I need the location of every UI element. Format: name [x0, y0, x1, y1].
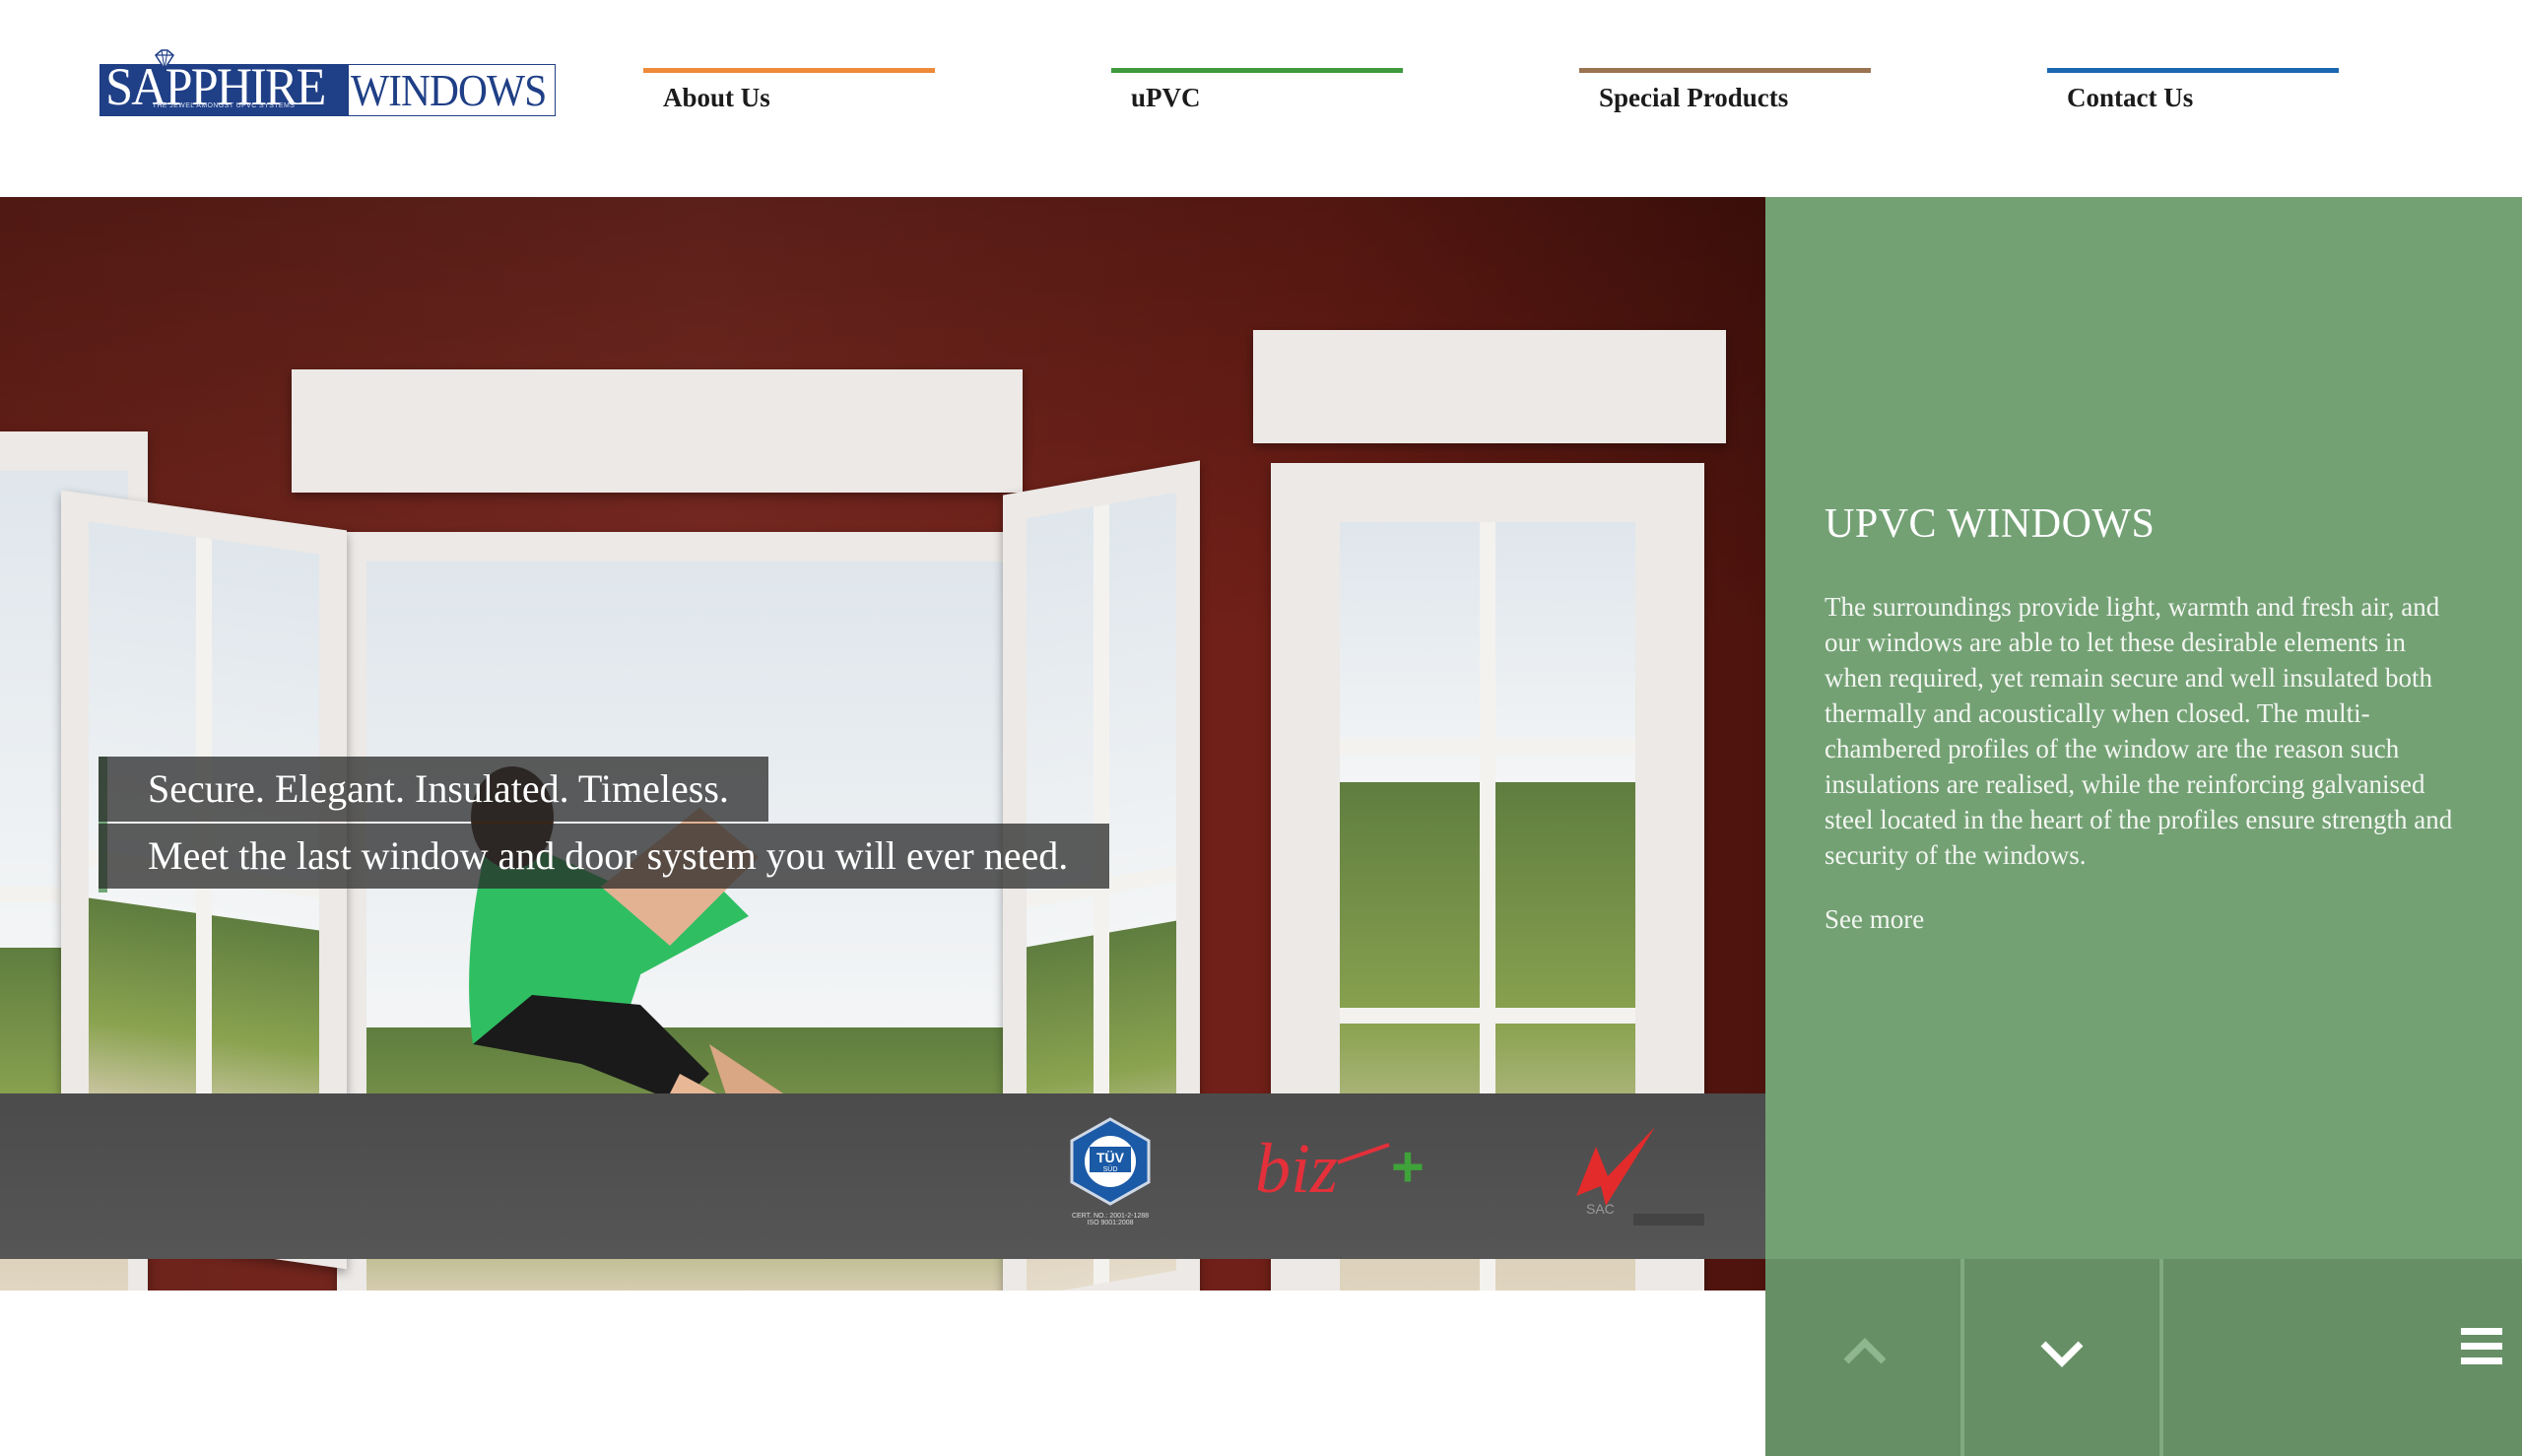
- next-slide-button[interactable]: [1964, 1259, 2159, 1456]
- shutter-box: [292, 369, 1023, 493]
- nav-accent-bar: [2047, 68, 2339, 73]
- tuv-logo-icon: TÜV SÜD: [1070, 1117, 1151, 1206]
- nav-about-us[interactable]: About Us: [643, 68, 935, 127]
- tuv-cert-number: CERT. NO.: 2001-2-1288: [1071, 1213, 1150, 1220]
- nav-label: uPVC: [1131, 83, 1201, 112]
- nav-upvc[interactable]: uPVC: [1111, 68, 1403, 127]
- svg-text:SÜD: SÜD: [1103, 1165, 1118, 1173]
- svg-text:SAC: SAC: [1586, 1201, 1615, 1217]
- logo-tagline: THE JEWEL AMONGST UPVC SYSTEMS: [152, 102, 296, 109]
- nav-special-products[interactable]: Special Products: [1579, 68, 1871, 127]
- tuv-certification-badge: TÜV SÜD CERT. NO.: 2001-2-1288 ISO 9001:…: [1066, 1117, 1155, 1235]
- nav-contact-us[interactable]: Contact Us: [2047, 68, 2339, 127]
- svg-text:TÜV: TÜV: [1096, 1150, 1125, 1165]
- chevron-down-icon: [2040, 1341, 2084, 1367]
- tuv-standard: ISO 9001:2008: [1087, 1220, 1134, 1226]
- logo-name-second: WINDOWS: [351, 65, 547, 115]
- tagline-line-1: Secure. Elegant. Insulated. Timeless.: [99, 757, 768, 822]
- info-panel: UPVC WINDOWS The surroundings provide li…: [1765, 197, 2522, 1259]
- svg-text:+: +: [1391, 1135, 1425, 1199]
- hamburger-menu-icon: [2461, 1328, 2502, 1364]
- shutter-box-right: [1253, 330, 1726, 443]
- panel-title: UPVC WINDOWS: [1825, 501, 2156, 547]
- tagline-line-2: Meet the last window and door system you…: [99, 824, 1110, 889]
- nav-label: Contact Us: [2067, 83, 2194, 112]
- nav-label: Special Products: [1599, 83, 1789, 112]
- sac-accreditation-badge: SAC: [1566, 1117, 1714, 1235]
- certification-strip: TÜV SÜD CERT. NO.: 2001-2-1288 ISO 9001:…: [0, 1093, 1765, 1259]
- see-more-link[interactable]: See more: [1825, 904, 1924, 935]
- menu-button[interactable]: [2163, 1259, 2522, 1456]
- biz-plus-logo: biz +: [1251, 1123, 1438, 1212]
- chevron-up-icon: [1843, 1338, 1887, 1364]
- nav-accent-bar: [643, 68, 935, 73]
- brand-logo[interactable]: SAPPHIRE THE JEWEL AMONGST UPVC SYSTEMS …: [100, 49, 556, 116]
- site-header: SAPPHIRE THE JEWEL AMONGST UPVC SYSTEMS …: [0, 0, 2522, 197]
- previous-slide-button[interactable]: [1765, 1259, 1960, 1456]
- nav-label: About Us: [663, 83, 770, 112]
- nav-accent-bar: [1111, 68, 1403, 73]
- biz-plus-icon: biz +: [1255, 1129, 1425, 1208]
- svg-text:biz: biz: [1255, 1129, 1338, 1208]
- slide-controls: [1765, 1259, 2522, 1456]
- sac-logo-icon: SAC: [1576, 1127, 1704, 1225]
- nav-accent-bar: [1579, 68, 1871, 73]
- panel-body: The surroundings provide light, warmth a…: [1825, 592, 2453, 870]
